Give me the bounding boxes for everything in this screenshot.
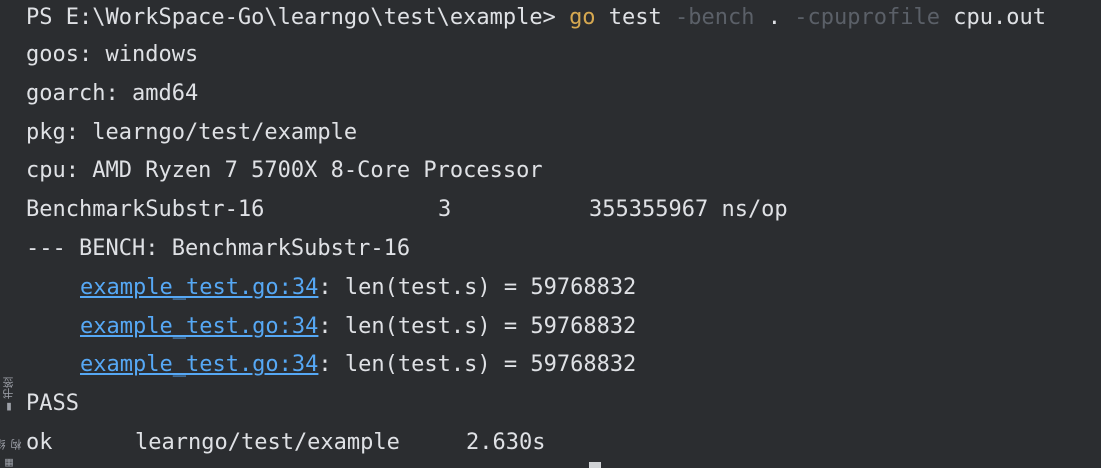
ok-package: learngo/test/example: [135, 429, 400, 455]
structure-tab[interactable]: ▦ 结构: [0, 434, 23, 468]
log-text: : len(test.s) = 59768832: [318, 274, 637, 300]
source-link[interactable]: example_test.go:34: [80, 275, 318, 300]
structure-icon: ▦: [3, 457, 15, 468]
ok-line: ok learngo/test/example 2.630s: [26, 424, 1101, 463]
benchmark-result-line: BenchmarkSubstr-16 3 355355967 ns/op: [26, 191, 1101, 230]
side-tool-strip: ▮ 书签 ▦ 结构: [0, 0, 23, 468]
log-line: example_test.go:34: len(test.s) = 597688…: [26, 308, 1101, 347]
command-line: PS E:\WorkSpace-Go\learngo\test\example>…: [26, 0, 1101, 36]
goos-line: goos: windows: [26, 42, 199, 67]
bookmarks-tab-label: 书签: [2, 377, 15, 400]
command-flag-bench: -bench: [675, 5, 755, 30]
ok-label: ok: [26, 429, 53, 455]
benchmark-iterations: 3: [438, 197, 452, 223]
command-output-file: cpu.out: [939, 5, 1046, 30]
text-cursor: [589, 462, 601, 468]
log-line: example_test.go:34: len(test.s) = 597688…: [26, 346, 1101, 385]
goarch-line: goarch: amd64: [26, 80, 199, 106]
pkg-line: pkg: learngo/test/example: [26, 119, 358, 145]
cpu-line: cpu: AMD Ryzen 7 5700X 8-Core Processor: [26, 158, 543, 184]
command-go: go: [569, 5, 596, 30]
terminal-output: PS E:\WorkSpace-Go\learngo\test\example>…: [26, 0, 1101, 463]
command-flag-cpuprofile: -cpuprofile: [794, 5, 940, 30]
source-link[interactable]: example_test.go:34: [80, 314, 318, 339]
status-line: PASS: [26, 391, 79, 417]
bench-header-line: --- BENCH: BenchmarkSubstr-16: [26, 235, 411, 261]
ok-time: 2.630s: [466, 429, 546, 455]
log-text: : len(test.s) = 59768832: [318, 352, 637, 378]
bookmark-icon: ▮: [3, 401, 15, 413]
source-link[interactable]: example_test.go:34: [80, 352, 318, 377]
shell-prompt: PS E:\WorkSpace-Go\learngo\test\example>: [26, 5, 570, 30]
log-text: : len(test.s) = 59768832: [318, 313, 637, 339]
command-dot: .: [754, 5, 795, 30]
log-line: example_test.go:34: len(test.s) = 597688…: [26, 269, 1101, 308]
benchmark-ns-per-op: 355355967 ns/op: [589, 197, 788, 223]
command-test: test: [595, 5, 676, 30]
bookmarks-tab[interactable]: ▮ 书签: [0, 370, 18, 420]
structure-tab-label: 结构: [0, 439, 23, 450]
terminal-panel[interactable]: ▮ 书签 ▦ 结构 PS E:\WorkSpace-Go\learngo\tes…: [0, 0, 1101, 468]
benchmark-name: BenchmarkSubstr-16: [26, 197, 265, 223]
